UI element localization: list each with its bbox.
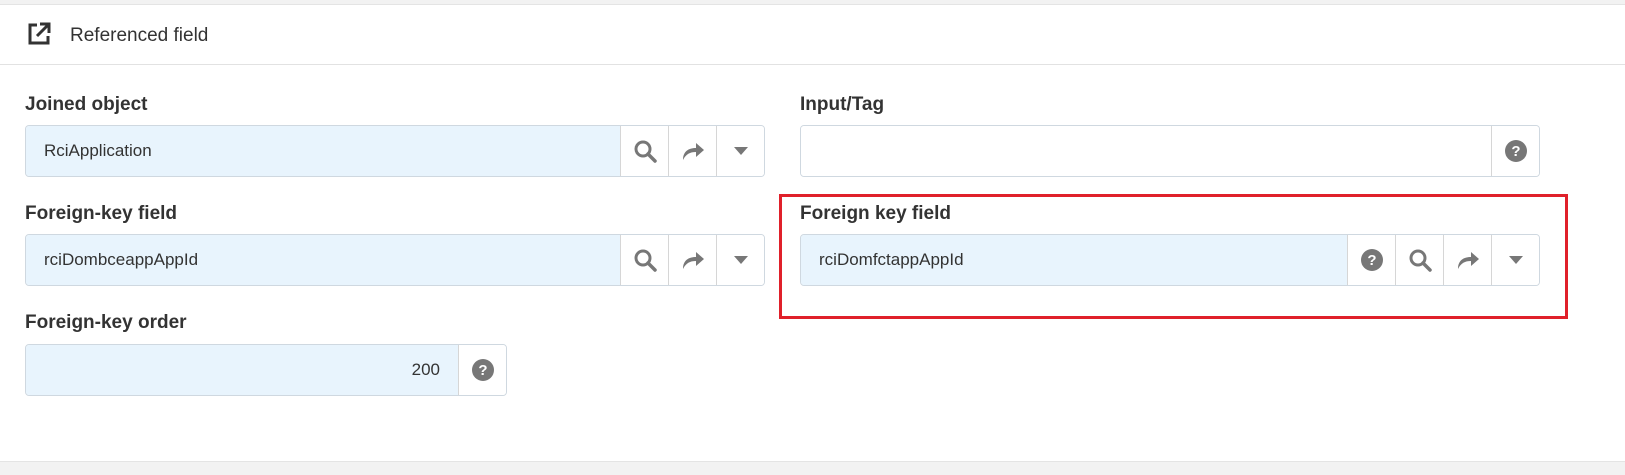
- question-circle-icon: ?: [1360, 249, 1383, 271]
- foreign-key-order-help-button[interactable]: ?: [458, 345, 506, 395]
- foreign-key-order-label: Foreign-key order: [25, 312, 187, 333]
- foreign-key-field-right-input[interactable]: rciDomfctappAppId: [801, 235, 1347, 285]
- search-icon: [1409, 249, 1432, 272]
- foreign-key-field-right-search-button[interactable]: [1395, 235, 1443, 285]
- foreign-key-field-right-help-button[interactable]: ?: [1347, 235, 1395, 285]
- caret-down-icon: [733, 256, 748, 264]
- share-arrow-icon: [682, 252, 704, 269]
- joined-object-input[interactable]: RciApplication: [26, 126, 620, 176]
- share-arrow-icon: [682, 143, 704, 160]
- share-arrow-icon: [1457, 252, 1479, 269]
- input-tag-help-button[interactable]: ?: [1491, 126, 1539, 176]
- search-icon: [634, 249, 657, 272]
- input-tag-input[interactable]: [801, 126, 1491, 176]
- search-icon: [634, 140, 657, 163]
- foreign-key-field-left-input[interactable]: rciDombceappAppId: [26, 235, 620, 285]
- joined-object-goto-button[interactable]: [668, 126, 716, 176]
- panel-header: Referenced field: [0, 5, 1625, 65]
- foreign-key-field-left-label: Foreign-key field: [25, 203, 178, 224]
- svg-text:?: ?: [478, 362, 487, 379]
- caret-down-icon: [733, 147, 748, 155]
- joined-object-label: Joined object: [25, 94, 148, 115]
- svg-text:?: ?: [1511, 143, 1520, 160]
- external-link-icon: [26, 21, 52, 47]
- joined-object-field: RciApplication: [25, 125, 765, 177]
- question-circle-icon: ?: [471, 359, 494, 381]
- foreign-key-field-right-dropdown-button[interactable]: [1491, 235, 1539, 285]
- foreign-key-field-right-goto-button[interactable]: [1443, 235, 1491, 285]
- joined-object-dropdown-button[interactable]: [716, 126, 764, 176]
- svg-text:?: ?: [1367, 252, 1376, 269]
- foreign-key-field-left: rciDombceappAppId: [25, 234, 765, 286]
- foreign-key-order-field: 200 ?: [25, 344, 507, 396]
- foreign-key-field-left-dropdown-button[interactable]: [716, 235, 764, 285]
- foreign-key-field-right: rciDomfctappAppId ?: [800, 234, 1540, 286]
- foreign-key-field-left-goto-button[interactable]: [668, 235, 716, 285]
- panel-title: Referenced field: [70, 25, 209, 46]
- foreign-key-field-right-label: Foreign key field: [800, 203, 951, 224]
- foreign-key-field-left-search-button[interactable]: [620, 235, 668, 285]
- joined-object-search-button[interactable]: [620, 126, 668, 176]
- question-circle-icon: ?: [1504, 140, 1527, 162]
- input-tag-field: ?: [800, 125, 1540, 177]
- foreign-key-order-input[interactable]: 200: [26, 345, 458, 395]
- caret-down-icon: [1508, 256, 1523, 264]
- input-tag-label: Input/Tag: [800, 94, 885, 115]
